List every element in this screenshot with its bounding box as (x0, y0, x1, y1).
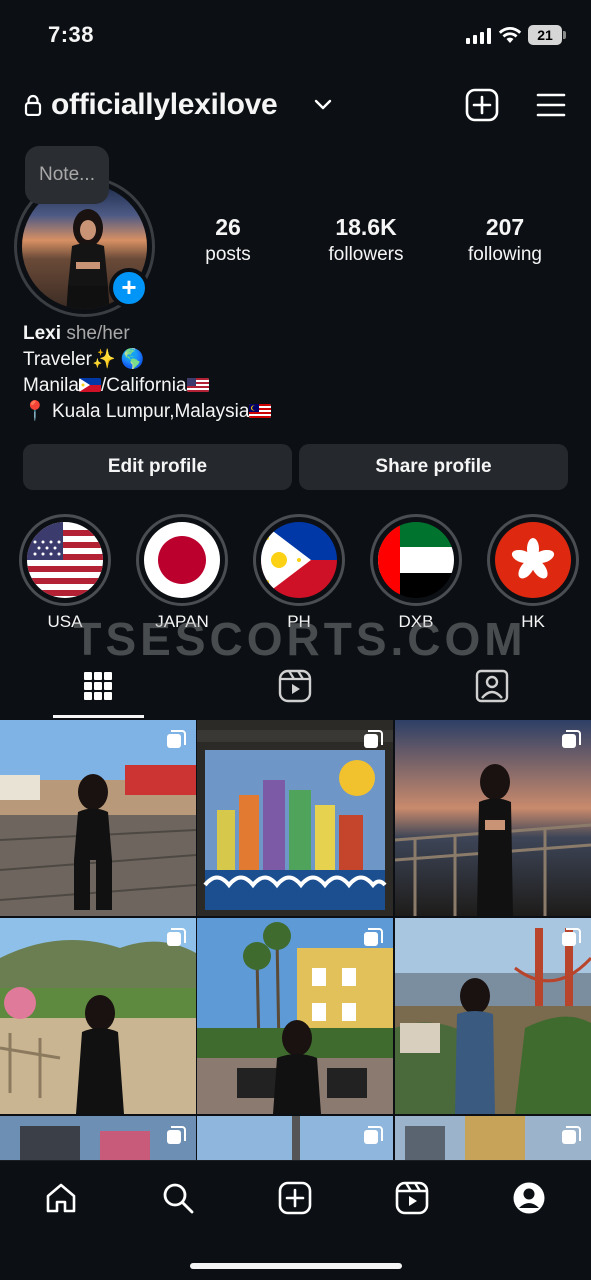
multiple-photos-icon (167, 730, 186, 748)
bio-line-3: 📍 Kuala Lumpur,Malaysia (23, 399, 563, 425)
lock-icon (24, 94, 42, 116)
highlight-label: USA (47, 612, 83, 631)
post-tile[interactable] (197, 1116, 393, 1160)
multiple-photos-icon (364, 1126, 383, 1144)
create-icon[interactable] (278, 1181, 312, 1215)
multiple-photos-icon (167, 928, 186, 946)
multiple-photos-icon (364, 730, 383, 748)
bottom-navigation (0, 1160, 591, 1280)
avatar-person-silhouette (66, 209, 110, 309)
active-tab-indicator (53, 715, 144, 718)
menu-icon[interactable] (536, 92, 566, 118)
battery-icon: 21 (528, 25, 566, 45)
bio-name-line: Lexi she/her (23, 321, 563, 347)
post-tile[interactable] (0, 1116, 196, 1160)
home-indicator (190, 1263, 402, 1269)
post-tile[interactable] (0, 720, 196, 916)
uae-flag-icon (378, 522, 454, 598)
highlight-label: DXB (398, 612, 434, 631)
post-tile[interactable] (197, 918, 393, 1114)
share-profile-button[interactable]: Share profile (299, 444, 568, 490)
posts-count[interactable]: 26 posts (168, 214, 288, 266)
highlight-label: JAPAN (155, 612, 209, 631)
posts-grid-icon[interactable] (80, 668, 116, 704)
profile-tabs (0, 660, 591, 718)
home-icon[interactable] (44, 1181, 78, 1215)
bio: Lexi she/her Traveler✨ 🌎 Manila/Californ… (23, 321, 563, 425)
cellular-signal-icon (466, 28, 491, 44)
wifi-icon (498, 27, 522, 43)
posts-label: posts (205, 244, 251, 265)
edit-profile-button[interactable]: Edit profile (23, 444, 292, 490)
posts-grid (0, 720, 591, 1160)
location-pin-icon: 📍 (23, 401, 47, 422)
username-switcher[interactable]: officiallylexilove (51, 88, 278, 122)
malaysia-flag-icon (249, 404, 272, 418)
post-tile[interactable] (197, 720, 393, 916)
highlight-usa[interactable]: USA (19, 514, 111, 632)
followers-value: 18.6K (335, 214, 397, 240)
display-name: Lexi (23, 323, 62, 344)
reels-icon[interactable] (395, 1181, 429, 1215)
status-bar: 7:38 21 (0, 0, 591, 70)
japan-flag-icon (144, 522, 220, 598)
post-tile[interactable] (395, 918, 591, 1114)
followers-label: followers (328, 244, 404, 265)
tagged-icon[interactable] (474, 668, 510, 704)
chevron-down-icon[interactable] (314, 98, 332, 112)
status-time: 7:38 (48, 22, 95, 47)
highlight-label: PH (287, 612, 311, 631)
following-count[interactable]: 207 following (445, 214, 565, 266)
multiple-photos-icon (562, 928, 581, 946)
posts-value: 26 (215, 214, 241, 240)
battery-level: 21 (528, 25, 562, 45)
hongkong-flag-icon (495, 522, 571, 598)
bio-line-3-text: Kuala Lumpur,Malaysia (46, 401, 250, 422)
multiple-photos-icon (562, 1126, 581, 1144)
pronouns: she/her (66, 323, 130, 344)
profile-icon[interactable] (512, 1181, 546, 1215)
usa-flag-icon (186, 378, 209, 392)
highlight-label: HK (521, 612, 545, 631)
create-post-icon[interactable] (465, 88, 499, 122)
highlight-japan[interactable]: JAPAN (136, 514, 228, 632)
following-label: following (468, 244, 542, 265)
bio-line-2-b: /California (100, 375, 187, 396)
multiple-photos-icon (167, 1126, 186, 1144)
note-bubble[interactable]: Note... (25, 146, 109, 204)
bio-line-2: Manila/California (23, 373, 563, 399)
philippines-flag-icon (261, 522, 337, 598)
post-tile[interactable] (395, 720, 591, 916)
highlight-dxb[interactable]: DXB (370, 514, 462, 632)
multiple-photos-icon (364, 928, 383, 946)
highlight-hk[interactable]: HK (487, 514, 579, 632)
post-tile[interactable] (0, 918, 196, 1114)
post-tile[interactable] (395, 1116, 591, 1160)
profile-header: officiallylexilove (0, 82, 591, 130)
usa-flag-icon (27, 522, 103, 598)
bio-line-1: Traveler✨ 🌎 (23, 349, 145, 370)
search-icon[interactable] (161, 1181, 195, 1215)
reels-icon[interactable] (277, 668, 313, 704)
followers-count[interactable]: 18.6K followers (306, 214, 426, 266)
following-value: 207 (485, 214, 525, 240)
highlight-ph[interactable]: PH (253, 514, 345, 632)
bio-line-2-a: Manila (23, 375, 79, 396)
multiple-photos-icon (562, 730, 581, 748)
add-story-icon[interactable]: + (109, 268, 149, 308)
philippines-flag-icon (78, 378, 101, 392)
